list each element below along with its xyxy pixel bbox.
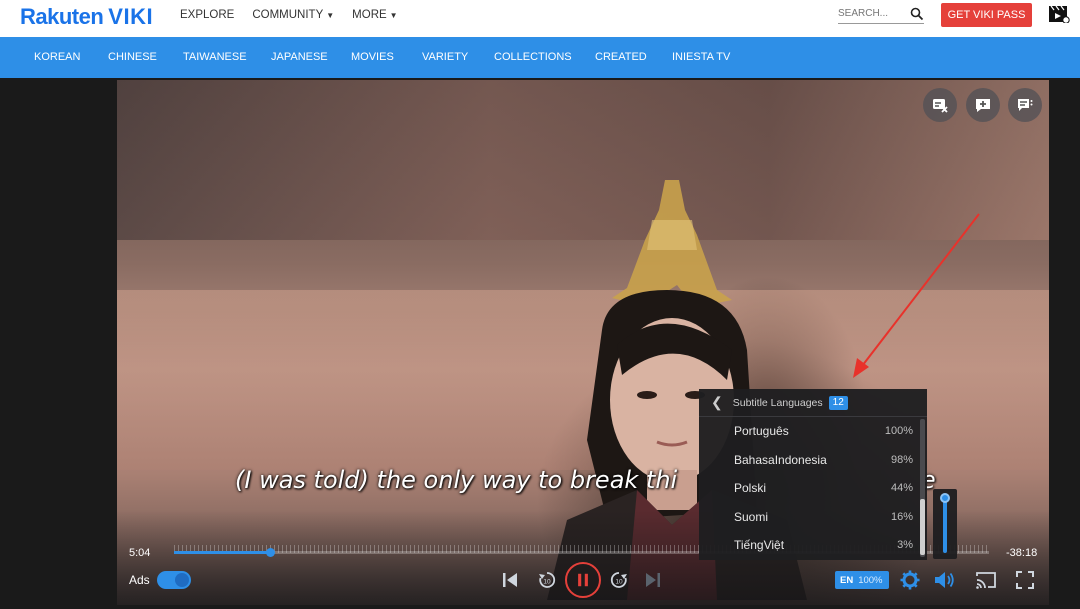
svg-text:10: 10: [615, 579, 623, 586]
subtitle-language-option[interactable]: Suomi 16%: [699, 503, 927, 532]
get-viki-pass-button[interactable]: GET VIKI PASS: [941, 3, 1032, 27]
subtitle-language-name: TiếngViệt: [734, 538, 785, 553]
cast-button[interactable]: [975, 570, 997, 590]
subtitle-language-name: Suomi: [734, 509, 769, 524]
subtitle-language-count: 12: [828, 395, 848, 410]
skip-back-icon: [503, 573, 517, 587]
caption-completion: 100%: [858, 574, 883, 586]
genre-iniesta-tv[interactable]: INIESTA TV: [672, 51, 752, 63]
toggle-subtitles-button[interactable]: [923, 88, 957, 122]
subtitle-language-option[interactable]: Polski 44%: [699, 474, 927, 503]
comments-icon: [1018, 99, 1033, 111]
genre-korean[interactable]: KOREAN: [34, 51, 108, 63]
cast-icon: [976, 572, 996, 589]
nav-more-label: MORE: [352, 9, 387, 21]
subtitle-menu-title: Subtitle Languages: [732, 396, 823, 409]
chevron-down-icon: ▼: [389, 10, 398, 20]
fullscreen-icon: [1016, 571, 1034, 589]
video-subtitle-text: (I was told) the only way to break thi: [235, 466, 678, 494]
nav-explore-label: EXPLORE: [180, 9, 235, 21]
genre-created[interactable]: CREATED: [595, 51, 672, 63]
rewind-10-button[interactable]: 10: [538, 571, 556, 589]
video-player[interactable]: (I was told) the only way to break thi e…: [117, 80, 1049, 605]
nav-more[interactable]: MORE ▼: [352, 9, 397, 21]
genre-variety[interactable]: VARIETY: [422, 51, 494, 63]
genre-chinese[interactable]: CHINESE: [108, 51, 183, 63]
ads-label: Ads: [129, 573, 150, 587]
subtitle-language-name: Português: [734, 424, 789, 439]
subtitle-menu-header: ❮ Subtitle Languages 12: [699, 389, 927, 417]
volume-rail: [943, 497, 947, 553]
volume-slider[interactable]: [933, 489, 957, 559]
chevron-left-icon[interactable]: ❮: [711, 394, 723, 411]
elapsed-time: 5:04: [129, 547, 151, 559]
subtitle-menu-scrollbar[interactable]: [920, 419, 925, 557]
caption-language-badge[interactable]: EN 100%: [835, 571, 889, 589]
watchlist-clapper-icon[interactable]: [1048, 5, 1070, 23]
subtitle-language-percent: 16%: [890, 510, 913, 523]
chevron-down-icon: ▼: [326, 10, 335, 20]
top-header: RakutenVIKI EXPLORE COMMUNITY▼ MORE▼ GET…: [0, 0, 1080, 37]
nav-community-label: COMMUNITY: [252, 9, 324, 21]
subtitle-language-name: Polski: [734, 481, 767, 496]
subtitle-language-percent: 98%: [890, 453, 913, 466]
svg-text:10: 10: [543, 579, 551, 586]
pause-icon: [578, 573, 588, 587]
forward-10-icon: 10: [610, 572, 627, 588]
logo-rakuten: Rakuten: [20, 4, 104, 29]
comments-button[interactable]: [1008, 88, 1042, 122]
search-box: [838, 4, 924, 24]
search-input[interactable]: [838, 8, 904, 19]
rewind-10-icon: 10: [539, 572, 556, 588]
volume-handle[interactable]: [940, 493, 950, 503]
progress-fill: [174, 551, 271, 554]
subtitle-language-menu: ❮ Subtitle Languages 12 Português 100% B…: [699, 389, 927, 560]
genre-japanese[interactable]: JAPANESE: [271, 51, 351, 63]
subtitle-language-option[interactable]: TiếngViệt 3%: [699, 531, 927, 560]
subtitle-language-name: BahasaIndonesia: [734, 452, 827, 467]
top-nav: EXPLORE COMMUNITY ▼ MORE ▼: [180, 9, 398, 21]
genre-nav: KOREAN CHINESE TAIWANESE JAPANESE MOVIES…: [0, 37, 1080, 78]
subtitle-language-percent: 44%: [890, 482, 913, 495]
skip-back-button[interactable]: [501, 571, 519, 589]
add-note-icon: [976, 99, 990, 112]
ads-toggle[interactable]: [157, 571, 191, 589]
nav-explore[interactable]: EXPLORE: [180, 9, 234, 21]
volume-button[interactable]: [934, 570, 956, 590]
search-icon[interactable]: [910, 7, 924, 21]
settings-button[interactable]: [900, 570, 920, 590]
fullscreen-button[interactable]: [1016, 571, 1034, 589]
add-note-button[interactable]: [966, 88, 1000, 122]
volume-icon: [935, 572, 954, 588]
genre-movies[interactable]: MOVIES: [351, 51, 422, 63]
subtitle-language-percent: 100%: [884, 425, 913, 438]
subtitle-menu-scroll-thumb[interactable]: [920, 499, 925, 555]
forward-10-button[interactable]: 10: [610, 571, 628, 589]
logo-viki: VIKI: [108, 4, 154, 29]
subtitle-language-option[interactable]: Português 100%: [699, 417, 927, 446]
nav-community[interactable]: COMMUNITY ▼: [252, 9, 334, 21]
genre-taiwanese[interactable]: TAIWANESE: [183, 51, 271, 63]
remaining-time: -38:18: [1006, 547, 1038, 559]
pause-button[interactable]: [565, 562, 601, 598]
subtitle-language-percent: 3%: [897, 539, 913, 552]
subtitle-language-option[interactable]: BahasaIndonesia 98%: [699, 446, 927, 475]
genre-collections[interactable]: COLLECTIONS: [494, 51, 595, 63]
skip-forward-button[interactable]: [644, 571, 662, 589]
settings-gear-icon: [900, 570, 920, 590]
skip-forward-icon: [646, 573, 660, 587]
site-logo[interactable]: Rakuten VIKI: [20, 4, 153, 30]
subtitle-off-icon: [933, 99, 948, 113]
caption-language-code: EN: [840, 574, 854, 586]
